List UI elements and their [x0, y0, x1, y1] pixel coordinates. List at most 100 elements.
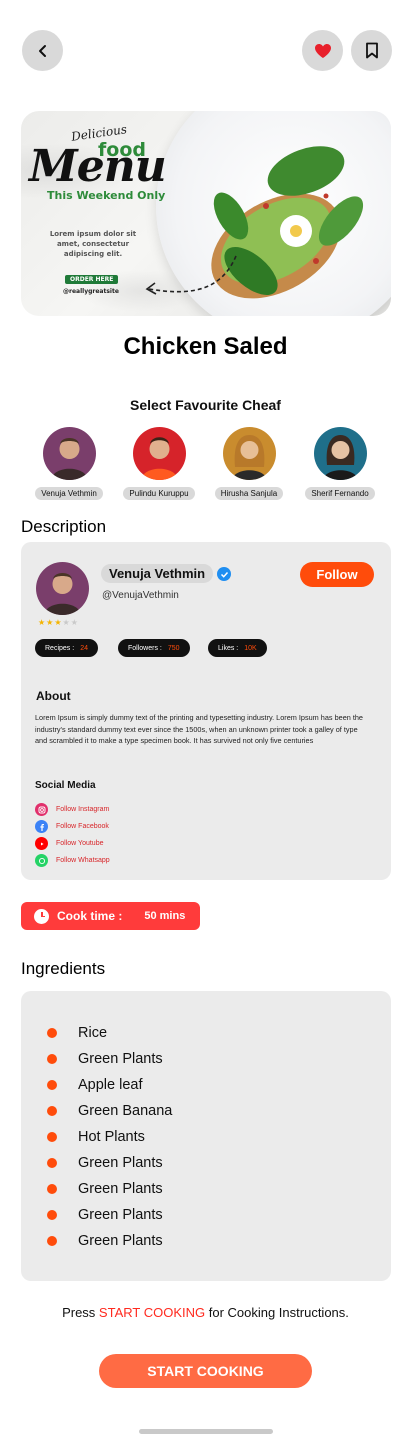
list-item: Green Plants [47, 1231, 163, 1251]
bullet-icon [47, 1106, 57, 1116]
chef-handle: @VenujaVethmin [102, 590, 179, 601]
ingredient-label: Green Plants [78, 1051, 163, 1067]
bullet-icon [47, 1210, 57, 1220]
person-icon [44, 573, 81, 615]
cook-time-value: 50 mins [144, 910, 186, 922]
bookmark-icon [365, 42, 378, 59]
ingredients-list: Rice Green Plants Apple leaf Green Banan… [21, 991, 391, 1281]
avatar [132, 427, 186, 480]
about-heading: About [36, 689, 71, 703]
chef-name: Sherif Fernando [305, 487, 375, 500]
list-item: Green Plants [47, 1049, 163, 1069]
ingredient-label: Hot Plants [78, 1129, 145, 1145]
chef-name: Venuja Vethmin [101, 564, 214, 583]
hero-order-button[interactable]: ORDER HERE [65, 275, 119, 284]
stat-value: 24 [80, 644, 88, 652]
hero-weekend-text: This Weekend Only [47, 189, 166, 202]
avatar [313, 427, 367, 480]
bullet-icon [47, 1184, 57, 1194]
list-item: Green Plants [47, 1153, 163, 1173]
list-item: Green Plants [47, 1205, 163, 1225]
hero-site-text: @reallygreatsite [63, 288, 119, 295]
star-icon: ★ [38, 618, 47, 627]
avatar [222, 427, 276, 480]
cook-time-badge: Cook time : 50 mins [21, 902, 200, 930]
start-cooking-button[interactable]: START COOKING [99, 1354, 312, 1388]
bullet-icon [47, 1236, 57, 1246]
home-indicator [139, 1429, 273, 1434]
back-button[interactable] [22, 30, 63, 71]
chef-selector-heading: Select Favourite Cheaf [130, 397, 281, 413]
person-icon [140, 437, 178, 480]
likes-stat: Likes : 10K [208, 639, 267, 657]
chevron-left-icon [38, 44, 46, 57]
chef-option[interactable]: Hirusha Sanjula [204, 427, 294, 500]
social-media-heading: Social Media [35, 780, 96, 791]
chef-profile-card: ★★★★★ Venuja Vethmin @VenujaVethmin Foll… [21, 542, 391, 880]
description-heading: Description [21, 517, 107, 536]
hero-food-text: food [98, 139, 146, 161]
bullet-icon [47, 1158, 57, 1168]
stat-label: Followers : [128, 644, 162, 652]
avatar [36, 562, 89, 615]
follow-button[interactable]: Follow [300, 562, 374, 587]
instructions-suffix: for Cooking Instructions. [205, 1305, 349, 1320]
chef-option[interactable]: Venuja Vethmin [24, 427, 114, 500]
instructions-highlight: START COOKING [98, 1305, 206, 1320]
whatsapp-icon [35, 854, 48, 867]
instructions-prefix: Press [62, 1305, 99, 1320]
social-link-label: Follow Instagram [56, 806, 110, 813]
social-link-instagram[interactable]: Follow Instagram [35, 803, 109, 816]
chef-name: Venuja Vethmin [35, 487, 103, 500]
ingredient-label: Green Plants [78, 1181, 163, 1197]
star-icon: ★ [70, 618, 79, 627]
star-icon: ★ [54, 618, 63, 627]
list-item: Green Banana [47, 1101, 172, 1121]
ingredient-label: Green Banana [78, 1103, 173, 1119]
stat-label: Likes : [218, 644, 239, 652]
chef-option[interactable]: Pulindu Kuruppu [114, 427, 204, 500]
bullet-icon [47, 1054, 57, 1064]
ingredients-heading: Ingredients [21, 959, 106, 978]
star-icon: ★ [62, 618, 71, 627]
instructions-text: Press START COOKING for Cooking Instruct… [0, 1305, 411, 1320]
cook-time-label: Cook time : [57, 909, 123, 923]
dashed-arrow-icon [145, 255, 237, 295]
person-icon [231, 435, 267, 480]
list-item: Apple leaf [47, 1075, 143, 1095]
social-link-label: Follow Youtube [56, 840, 104, 847]
hero-banner: Delicious Menu food This Weekend Only Lo… [21, 111, 391, 316]
chef-name: Hirusha Sanjula [214, 487, 284, 500]
about-text: Lorem Ipsum is simply dummy text of the … [35, 713, 363, 745]
social-link-label: Follow Whatsapp [56, 857, 110, 864]
recipes-stat: Recipes : 24 [35, 639, 98, 657]
recipe-title: Chicken Saled [123, 333, 288, 360]
social-link-youtube[interactable]: Follow Youtube [35, 837, 103, 850]
ingredient-label: Green Plants [78, 1155, 163, 1171]
ingredient-label: Green Plants [78, 1207, 163, 1223]
avatar [42, 427, 96, 480]
social-link-facebook[interactable]: Follow Facebook [35, 820, 109, 833]
stat-value: 10K [244, 644, 257, 652]
ingredient-label: Green Plants [78, 1233, 163, 1249]
ingredient-label: Apple leaf [78, 1077, 143, 1093]
stat-label: Recipes : [45, 644, 75, 652]
instagram-icon [35, 803, 48, 816]
bullet-icon [47, 1132, 57, 1142]
youtube-icon [35, 837, 48, 850]
social-link-whatsapp[interactable]: Follow Whatsapp [35, 854, 110, 867]
followers-stat: Followers : 750 [118, 639, 190, 657]
verified-badge-icon [217, 567, 231, 581]
social-link-label: Follow Facebook [56, 823, 109, 830]
clock-icon [34, 908, 49, 924]
rating-stars: ★★★★★ [38, 618, 79, 627]
person-icon [50, 438, 88, 480]
person-icon [322, 435, 358, 480]
bookmark-button[interactable] [351, 30, 392, 71]
favorite-button[interactable] [302, 30, 343, 71]
chef-option[interactable]: Sherif Fernando [295, 427, 385, 500]
facebook-icon [35, 820, 48, 833]
stat-value: 750 [167, 644, 180, 652]
list-item: Green Plants [47, 1179, 163, 1199]
chef-name: Pulindu Kuruppu [123, 487, 195, 500]
